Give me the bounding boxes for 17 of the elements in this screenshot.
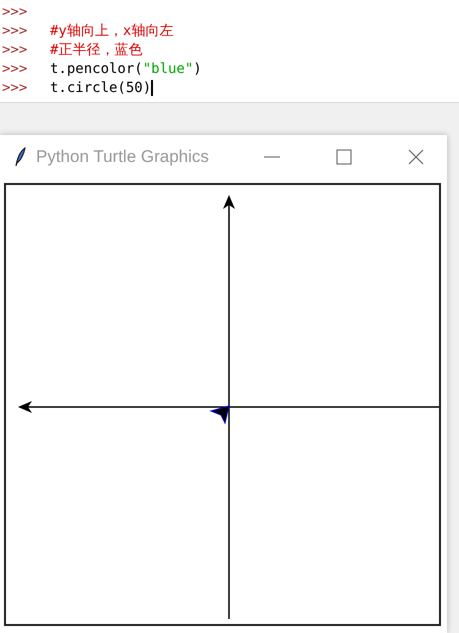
close-icon bbox=[408, 149, 424, 165]
code-text: #正半径，蓝色 bbox=[50, 40, 142, 58]
shell-prompt: >>> bbox=[1, 4, 28, 20]
code-text: "blue" bbox=[142, 60, 194, 76]
shell-prompt: >>> bbox=[1, 22, 28, 38]
minimize-icon bbox=[264, 156, 280, 158]
maximize-icon bbox=[336, 149, 352, 165]
code-text: ) bbox=[193, 60, 202, 76]
code-text: t.circle(50) bbox=[50, 80, 152, 96]
shell-prompt: >>> bbox=[1, 42, 28, 58]
feather-icon bbox=[14, 147, 26, 167]
window-title: Python Turtle Graphics bbox=[36, 147, 210, 167]
turtle-cursor-icon bbox=[209, 405, 230, 424]
shell-prompt: >>> bbox=[1, 60, 28, 76]
code-text: t.pencolor( bbox=[50, 60, 143, 76]
code-text: #y轴向上，x轴向左 bbox=[50, 22, 174, 40]
shell-prompt: >>> bbox=[1, 80, 28, 96]
